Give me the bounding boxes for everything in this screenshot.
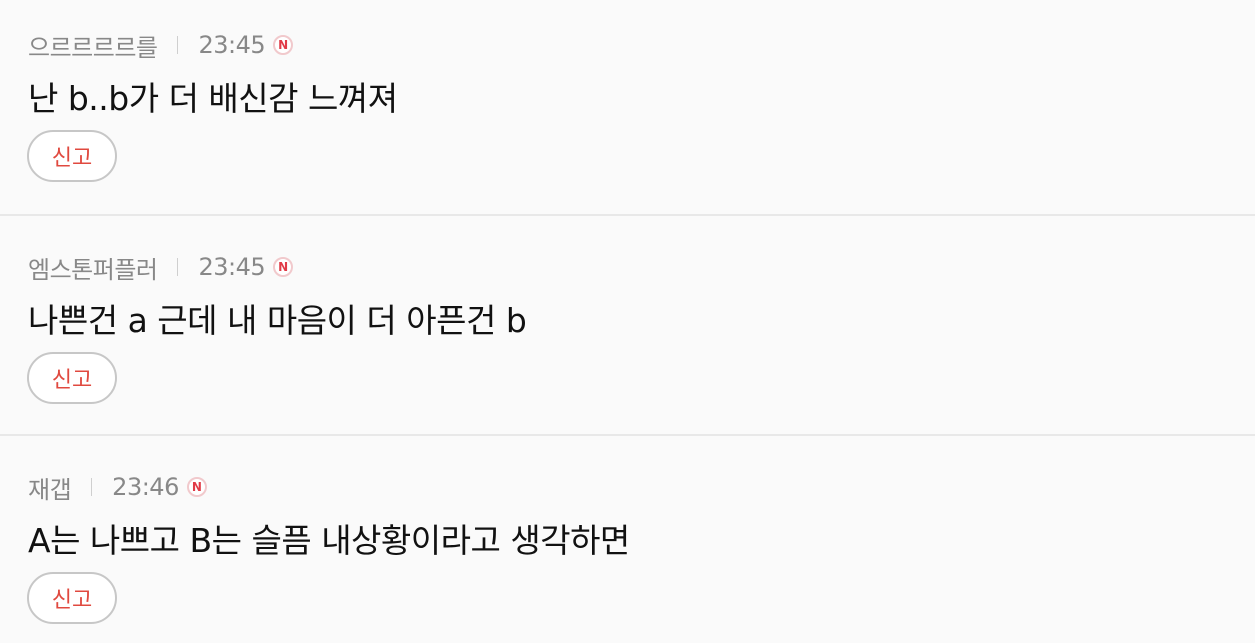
- meta-divider: [177, 258, 179, 276]
- comment-list: 으르르르르를 23:45 N 난 b..b가 더 배신감 느껴져 신고 엠스톤퍼…: [0, 0, 1255, 643]
- comment-meta: 으르르르르를 23:45 N: [28, 28, 294, 63]
- comment-text: 난 b..b가 더 배신감 느껴져: [28, 79, 398, 118]
- meta-divider: [177, 36, 179, 54]
- report-button[interactable]: 신고: [27, 572, 117, 624]
- comment-nickname[interactable]: 엠스톤퍼플러: [28, 250, 158, 285]
- comment-item: 재갭 23:46 N A는 나쁘고 B는 슬픔 내상황이라고 생각하면 신고: [0, 434, 1255, 643]
- new-badge-icon: N: [273, 35, 294, 55]
- new-badge-icon: N: [186, 477, 207, 497]
- comment-time: 23:45: [198, 31, 266, 59]
- comment-nickname[interactable]: 으르르르르를: [28, 28, 158, 63]
- comment-text: A는 나쁘고 B는 슬픔 내상황이라고 생각하면: [28, 521, 630, 560]
- report-button[interactable]: 신고: [27, 352, 117, 404]
- meta-divider: [91, 478, 93, 496]
- comment-time: 23:45: [198, 253, 266, 281]
- comment-meta: 엠스톤퍼플러 23:45 N: [28, 250, 294, 285]
- report-button[interactable]: 신고: [27, 130, 117, 182]
- comment-text: 나쁜건 a 근데 내 마음이 더 아픈건 b: [28, 301, 527, 340]
- comment-item: 으르르르르를 23:45 N 난 b..b가 더 배신감 느껴져 신고: [0, 0, 1255, 220]
- comment-meta: 재갭 23:46 N: [28, 470, 207, 505]
- new-badge-icon: N: [273, 257, 294, 277]
- comment-time: 23:46: [112, 473, 179, 501]
- comment-item: 엠스톤퍼플러 23:45 N 나쁜건 a 근데 내 마음이 더 아픈건 b 신고: [0, 214, 1255, 436]
- comment-nickname[interactable]: 재갭: [28, 470, 72, 505]
